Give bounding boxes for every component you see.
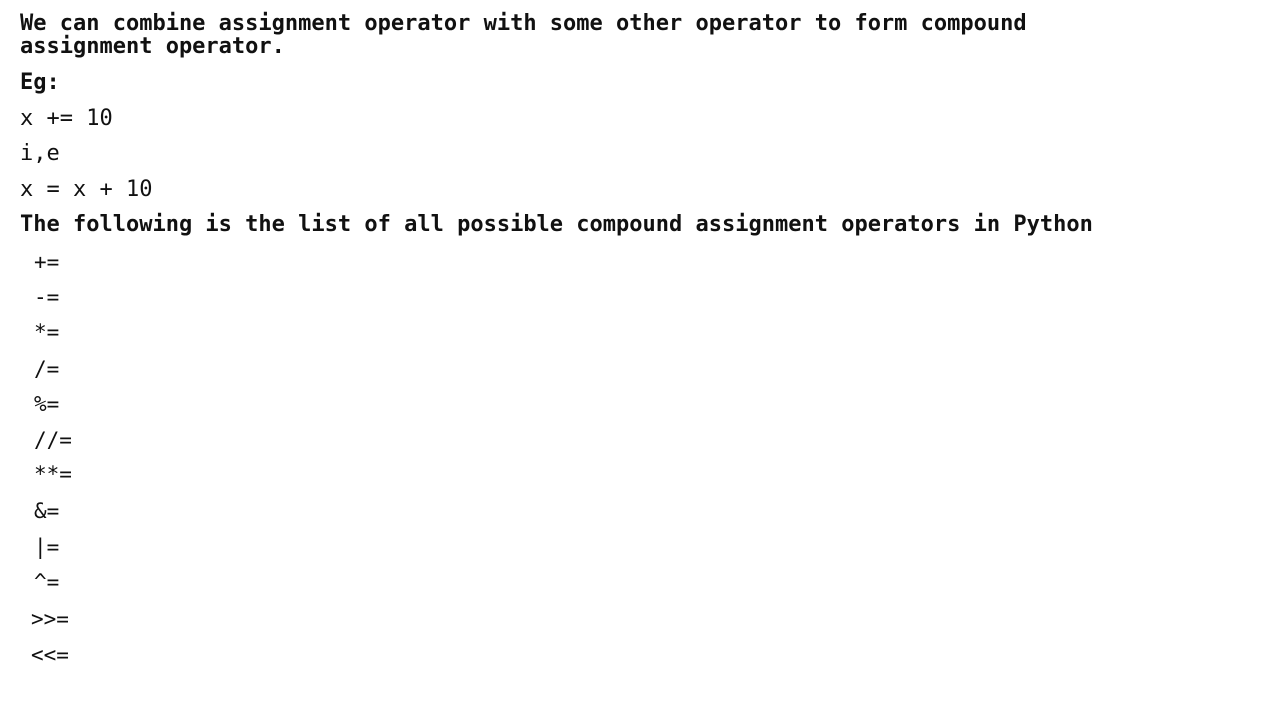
operator-item: &=: [34, 499, 60, 523]
example-expanded: x = x + 10: [20, 177, 153, 202]
intro-line-1: We can combine assignment operator with …: [20, 11, 1027, 36]
example-code: x += 10: [20, 106, 113, 131]
operator-item: //=: [34, 428, 72, 452]
list-heading: The following is the list of all possibl…: [20, 212, 1093, 237]
operator-item: +=: [34, 250, 60, 274]
operator-item: >>=: [31, 607, 69, 631]
operator-item: -=: [34, 285, 60, 309]
operator-item: <<=: [31, 643, 69, 667]
operator-item: *=: [34, 320, 60, 344]
example-label: Eg:: [20, 70, 60, 95]
operator-item: /=: [34, 357, 60, 381]
intro-line-2: assignment operator.: [20, 34, 285, 59]
example-ie: i,e: [20, 141, 60, 166]
operator-item: %=: [34, 392, 60, 416]
operator-item: ^=: [34, 570, 60, 594]
operator-item: |=: [34, 535, 60, 559]
operator-item: **=: [34, 462, 72, 486]
